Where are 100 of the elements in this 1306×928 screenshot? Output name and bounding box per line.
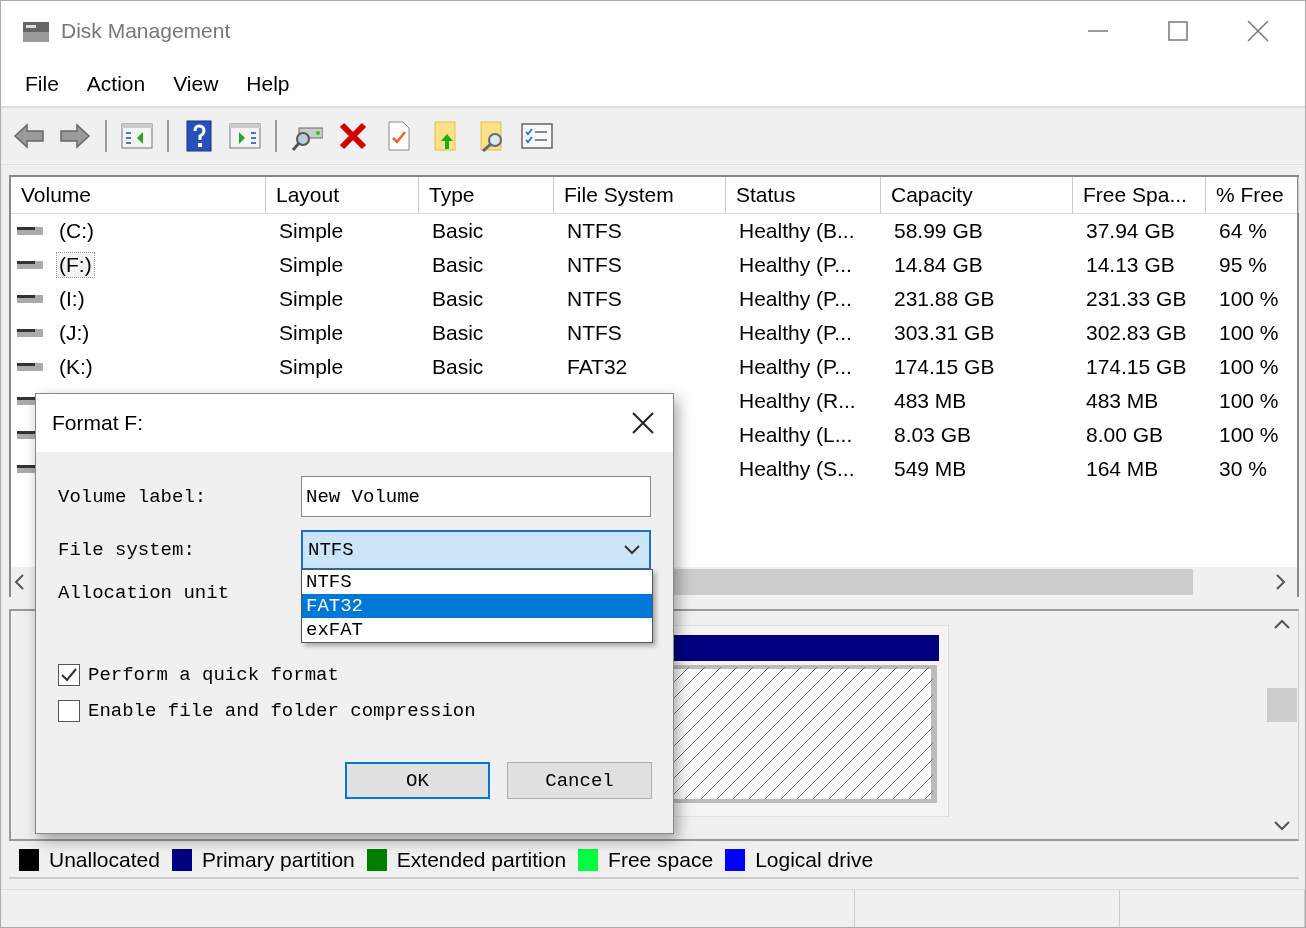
scrollbar-thumb[interactable] [1267, 688, 1297, 722]
checklist-icon[interactable] [521, 120, 553, 152]
chevron-down-icon [623, 543, 641, 556]
column-header[interactable]: File System [554, 177, 726, 213]
dropdown-option[interactable]: FAT32 [302, 594, 652, 618]
table-cell-text: Basic [431, 219, 485, 243]
table-cell-text: Healthy (L... [738, 423, 854, 447]
table-cell-text: Basic [431, 355, 485, 379]
drive-icon [17, 361, 43, 373]
table-cell-text: Simple [278, 253, 345, 277]
menu-item[interactable]: Help [236, 71, 300, 96]
table-cell-text: 14.13 GB [1085, 253, 1176, 277]
column-header[interactable]: Type [419, 177, 554, 213]
table-cell-text: 231.88 GB [893, 287, 996, 311]
legend-label: Extended partition [396, 848, 567, 872]
table-cell-text: Simple [278, 321, 345, 345]
checkbox-label: Perform a quick format [88, 664, 339, 686]
help-icon[interactable] [183, 120, 215, 152]
table-cell-text: 549 MB [893, 457, 968, 481]
table-cell-text: 95 % [1218, 253, 1268, 277]
table-cell-text: 37.94 GB [1085, 219, 1176, 243]
scroll-up-icon[interactable] [1272, 617, 1292, 631]
column-header[interactable]: % Free [1206, 177, 1299, 213]
drive-icon [17, 293, 43, 305]
checkbox[interactable] [58, 700, 80, 722]
table-cell-text: NTFS [566, 253, 623, 277]
table-cell-text: Simple [278, 355, 345, 379]
field-label: Volume label: [58, 485, 208, 508]
drive-icon [17, 327, 43, 339]
panel-right-icon[interactable] [229, 120, 261, 152]
table-cell-text: Basic [431, 321, 485, 345]
table-cell-text: Healthy (R... [738, 389, 857, 413]
table-cell-text: 100 % [1218, 321, 1280, 345]
table-cell-text: 164 MB [1085, 457, 1160, 481]
table-cell-text: 483 MB [1085, 389, 1160, 413]
delete-icon[interactable] [337, 120, 369, 152]
table-cell-text: Healthy (B... [738, 219, 856, 243]
legend-label: Unallocated [49, 848, 160, 872]
menu-item[interactable]: Action [76, 71, 156, 96]
table-cell-text: 8.00 GB [1085, 423, 1165, 447]
table-cell-text: 100 % [1218, 389, 1280, 413]
close-icon[interactable] [631, 411, 655, 435]
table-cell-text: 174.15 GB [893, 355, 996, 379]
drive-icon [17, 259, 43, 271]
table-cell-text: Simple [278, 287, 345, 311]
scroll-down-icon[interactable] [1272, 819, 1292, 833]
legend-label: Free space [608, 848, 714, 872]
table-cell-text: Healthy (P... [738, 321, 853, 345]
table-cell-text: NTFS [566, 287, 623, 311]
column-header[interactable]: Status [726, 177, 881, 213]
table-cell-text: 303.31 GB [893, 321, 996, 345]
drive-icon [17, 225, 43, 237]
table-cell-text: 100 % [1218, 355, 1280, 379]
table-cell-text: 174.15 GB [1085, 355, 1188, 379]
legend-label: Primary partition [201, 848, 355, 872]
table-cell-text: NTFS [566, 219, 623, 243]
table-cell-text: 100 % [1218, 423, 1280, 447]
table-cell[interactable]: (J:) [57, 321, 92, 345]
table-cell-text: 58.99 GB [893, 219, 984, 243]
table-cell-text: 64 % [1218, 219, 1268, 243]
table-cell-text: Healthy (P... [738, 253, 853, 277]
panel-left-icon[interactable] [121, 120, 153, 152]
table-cell-text: 302.83 GB [1085, 321, 1188, 345]
table-cell-text: 8.03 GB [893, 423, 973, 447]
table-cell[interactable]: (I:) [57, 287, 87, 311]
table-cell[interactable]: (F:) [57, 253, 94, 277]
table-cell-text: Healthy (P... [738, 355, 853, 379]
column-header[interactable]: Capacity [881, 177, 1073, 213]
table-cell-text: 14.84 GB [893, 253, 984, 277]
table-cell-text: Basic [431, 253, 485, 277]
table-cell-text: Basic [431, 287, 485, 311]
field-label: Allocation unit [58, 582, 231, 604]
checkbox[interactable] [58, 664, 80, 686]
dropdown-value: NTFS [308, 538, 354, 561]
maximize-icon[interactable] [1167, 20, 1189, 42]
dialog-title: Format F: [52, 411, 143, 435]
menu-item[interactable]: File [15, 71, 69, 96]
table-cell-text: 231.33 GB [1085, 287, 1188, 311]
dialog-button[interactable]: OK [345, 762, 490, 799]
column-header[interactable]: Volume [11, 177, 266, 213]
table-cell-text: Simple [278, 219, 345, 243]
dialog-button[interactable]: Cancel [507, 762, 652, 799]
table-cell-text: Healthy (S... [738, 457, 856, 481]
dropdown-option[interactable]: exFAT [302, 618, 652, 642]
table-cell-text: Healthy (P... [738, 287, 853, 311]
table-cell-text: 100 % [1218, 287, 1280, 311]
window-title: Disk Management [61, 19, 232, 43]
legend-label: Logical drive [755, 848, 874, 872]
table-cell-text: 30 % [1218, 457, 1268, 481]
menu-item[interactable]: View [163, 71, 229, 96]
column-header[interactable]: Layout [266, 177, 419, 213]
volume-label-field[interactable]: New Volume [301, 476, 651, 517]
table-cell-text: NTFS [566, 321, 623, 345]
table-cell-text: 483 MB [893, 389, 968, 413]
field-label: File system: [58, 538, 196, 561]
table-cell[interactable]: (C:) [57, 219, 96, 243]
table-cell[interactable]: (K:) [57, 355, 95, 379]
checkbox-label: Enable file and folder compression [88, 700, 476, 722]
file-system-dropdown[interactable]: NTFS [301, 529, 651, 570]
column-header[interactable]: Free Spa... [1073, 177, 1206, 213]
